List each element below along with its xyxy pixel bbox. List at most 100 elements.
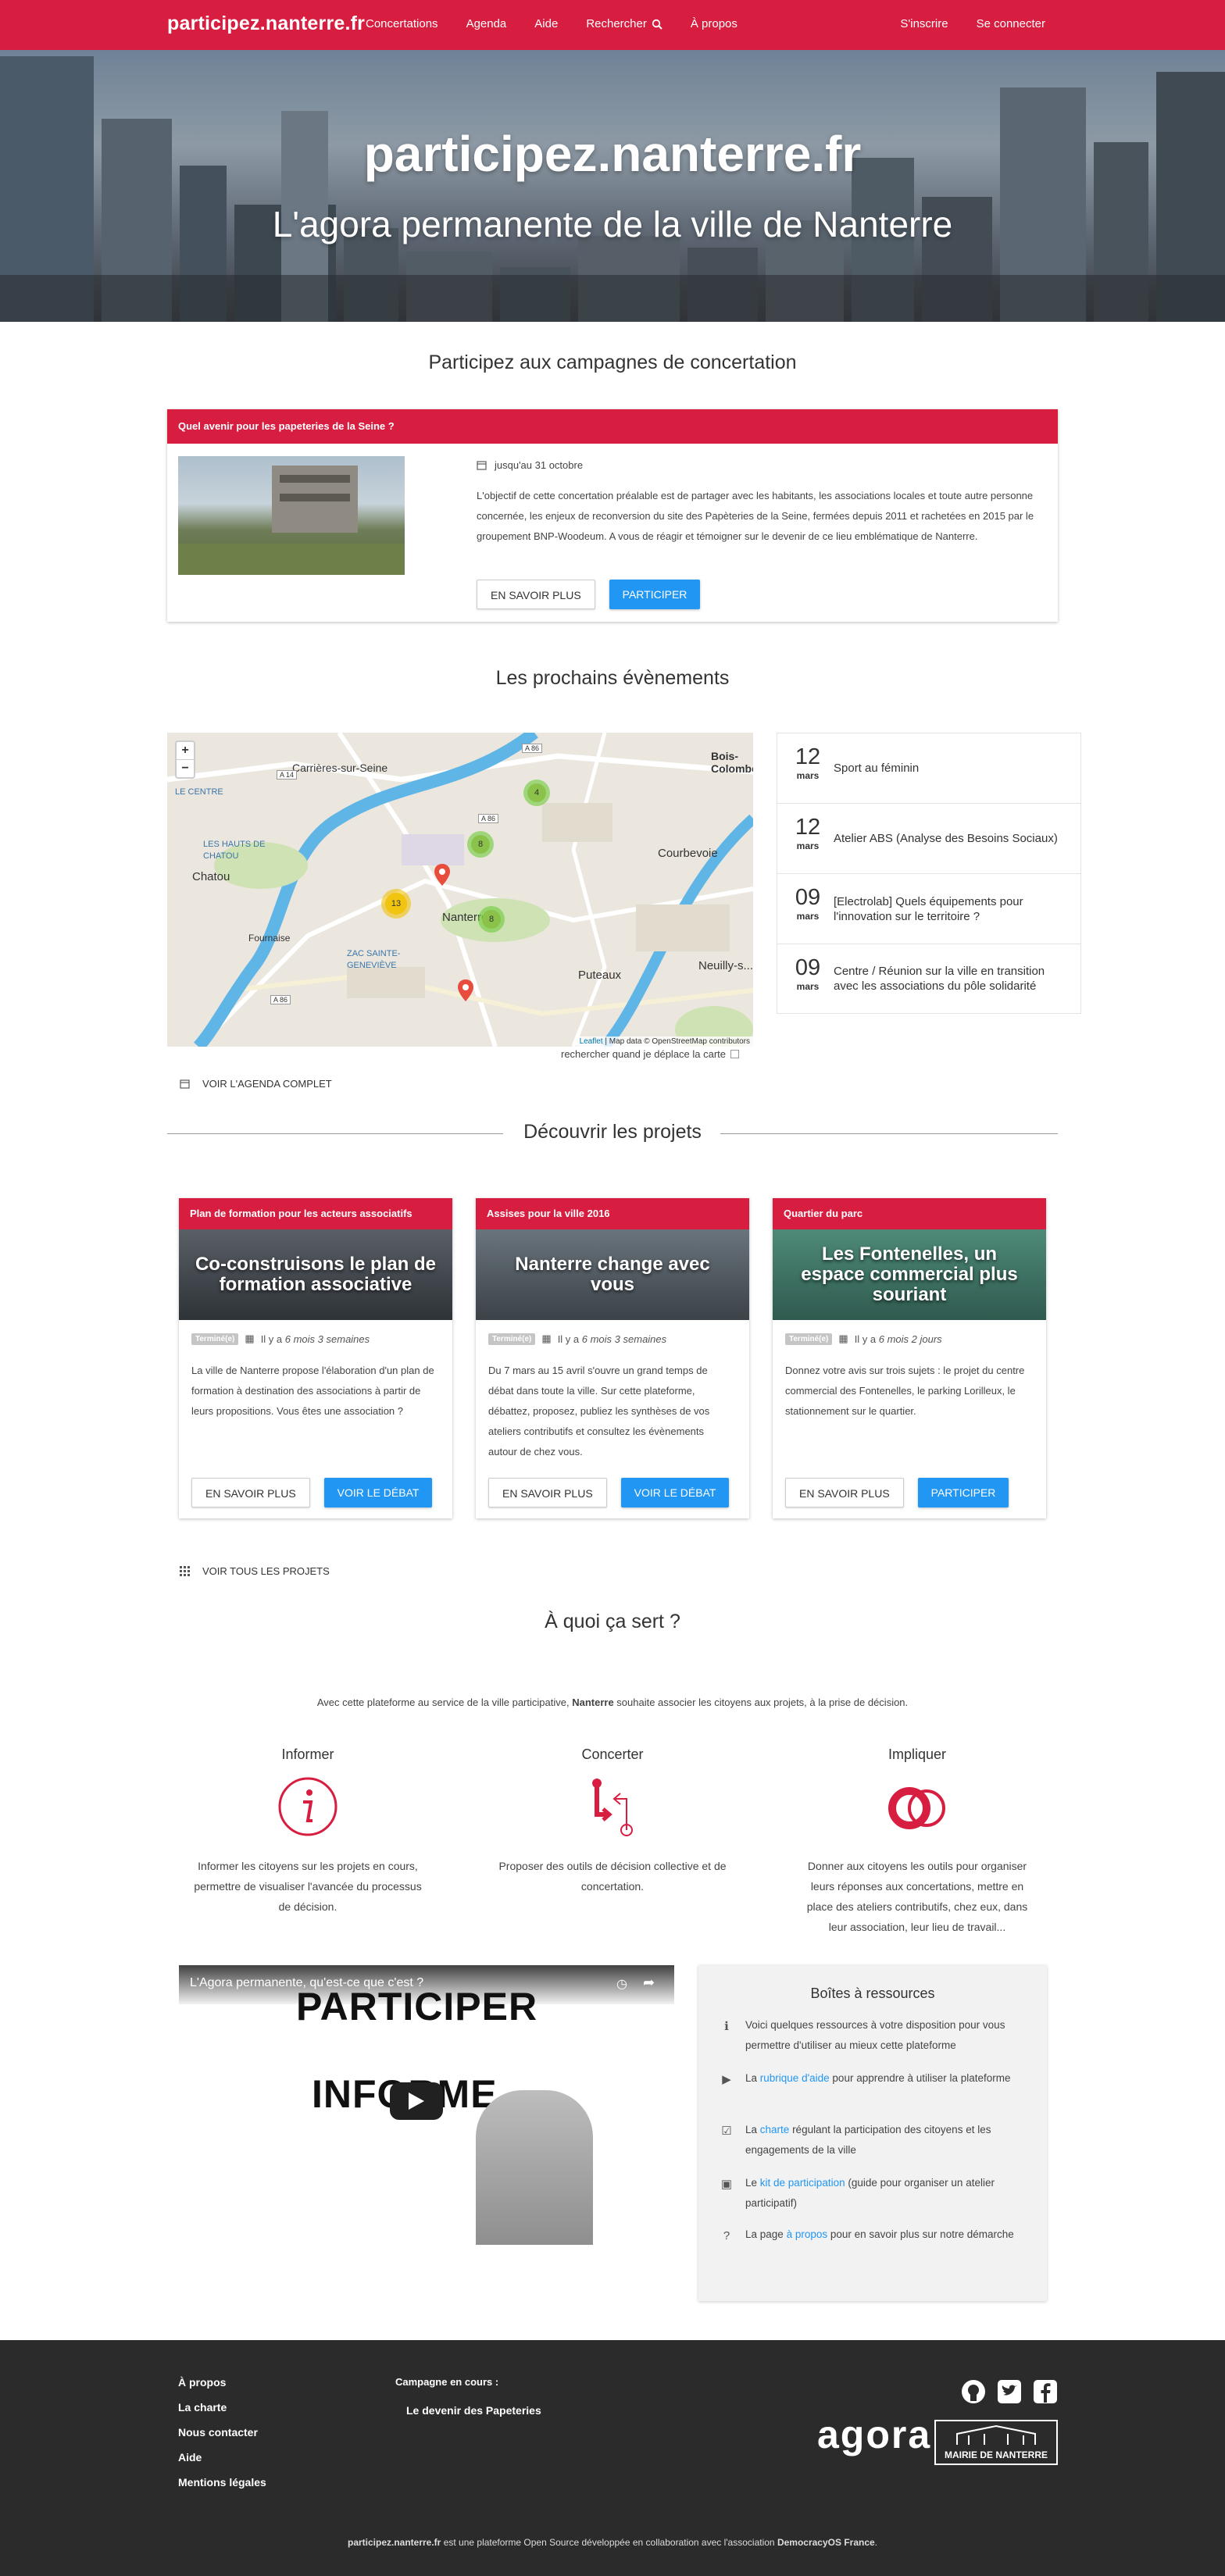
map-marker-icon[interactable]: [458, 979, 473, 1001]
time-ago: 6 mois 3 semaines: [581, 1333, 667, 1345]
events-map[interactable]: + − Carrières-sur-Seine Bois-Colombes LE…: [167, 733, 753, 1047]
clock-icon[interactable]: ◷: [616, 1976, 627, 1992]
footer-link-mentions[interactable]: Mentions légales: [178, 2476, 266, 2489]
campaign-card-header[interactable]: Quel avenir pour les papeteries de la Se…: [167, 409, 1058, 444]
map-road-label: A 14: [277, 770, 298, 780]
map-place: Courbevoie: [658, 847, 718, 860]
resource-text: pour apprendre à utiliser la plateforme: [829, 2072, 1011, 2084]
map-search-checkbox[interactable]: [730, 1050, 740, 1058]
pillar-concerter: Concerter Proposer des outils de décisio…: [495, 1746, 730, 1896]
project-card-header[interactable]: Assises pour la ville 2016: [476, 1198, 749, 1229]
project-card: Plan de formation pour les acteurs assoc…: [179, 1198, 452, 1518]
event-item[interactable]: 09 mars Centre / Réunion sur la ville en t…: [777, 944, 1081, 1014]
event-month: mars: [796, 770, 820, 781]
calendar-icon: ▦: [838, 1333, 848, 1344]
footer-credit-text: est une plateforme Open Source développé…: [441, 2537, 777, 2548]
calendar-icon: [477, 461, 487, 470]
project-action-button[interactable]: PARTICIPER: [917, 1478, 1009, 1507]
video-player[interactable]: L'Agora permanente, qu'est-ce que c'est …: [179, 1965, 674, 2245]
footer-link-contact[interactable]: Nous contacter: [178, 2426, 266, 2439]
project-more-button[interactable]: EN SAVOIR PLUS: [488, 1478, 607, 1507]
campaign-image[interactable]: [178, 456, 405, 575]
nav-concertations[interactable]: Concertations: [366, 17, 438, 30]
resource-help-link[interactable]: rubrique d'aide: [760, 2072, 830, 2084]
all-projects-link[interactable]: VOIR TOUS LES PROJETS: [180, 1565, 330, 1577]
resource-intro-text: Voici quelques ressources à votre dispos…: [745, 2019, 1005, 2051]
agenda-link[interactable]: VOIR L'AGENDA COMPLET: [180, 1078, 332, 1090]
resource-text: La page: [745, 2228, 787, 2240]
event-item[interactable]: 12 mars Sport au féminin: [777, 733, 1081, 803]
campaign-more-button[interactable]: EN SAVOIR PLUS: [477, 580, 595, 609]
footer-link-aide[interactable]: Aide: [178, 2451, 266, 2464]
resource-item: ? La page à propos pour en savoir plus su…: [720, 2225, 1023, 2246]
map-road-label: A 86: [522, 744, 543, 753]
rings-icon: [888, 1787, 945, 1829]
nav-aide[interactable]: Aide: [534, 17, 558, 30]
brand-link[interactable]: participez.nanterre.fr: [167, 12, 365, 35]
github-icon[interactable]: [961, 2379, 986, 2404]
footer-link-apropos[interactable]: À propos: [178, 2376, 266, 2389]
leaflet-link[interactable]: Leaflet: [580, 1037, 603, 1046]
map-search-toggle[interactable]: rechercher quand je déplace la carte: [561, 1048, 740, 1060]
map-marker-icon[interactable]: [434, 864, 450, 886]
pillar-impliquer: Impliquer Donner aux citoyens les outils…: [800, 1746, 1034, 1937]
nav-search[interactable]: Rechercher: [586, 17, 662, 30]
search-icon: [652, 19, 662, 30]
event-item[interactable]: 09 mars [Electrolab] Quels équipements pou…: [777, 873, 1081, 944]
project-card-header[interactable]: Quartier du parc: [773, 1198, 1046, 1229]
purpose-title: À quoi ça sert ?: [545, 1611, 680, 1632]
footer-links: À propos La charte Nous contacter Aide M…: [178, 2376, 266, 2501]
signup-link[interactable]: S'inscrire: [900, 17, 948, 30]
main-menu: Concertations Agenda Aide Rechercher À p…: [366, 17, 766, 30]
footer-campaign-link[interactable]: Le devenir des Papeteries: [406, 2404, 541, 2417]
top-navbar: participez.nanterre.fr Concertations Age…: [0, 0, 1225, 50]
project-more-button[interactable]: EN SAVOIR PLUS: [785, 1478, 904, 1507]
map-cluster[interactable]: 13: [381, 889, 411, 919]
campaign-participate-button[interactable]: PARTICIPER: [609, 580, 701, 609]
time-prefix: Il y a: [260, 1333, 285, 1345]
map-zoom-in-button[interactable]: +: [177, 742, 194, 760]
twitter-icon[interactable]: [997, 2379, 1022, 2404]
campaigns-title: Participez aux campagnes de concertation: [428, 351, 797, 373]
project-more-button[interactable]: EN SAVOIR PLUS: [191, 1478, 310, 1507]
briefcase-icon: ▣: [720, 2178, 733, 2191]
event-item[interactable]: 12 mars Atelier ABS (Analyse des Besoins S…: [777, 803, 1081, 873]
login-link[interactable]: Se connecter: [977, 17, 1045, 30]
map-cluster[interactable]: 4: [523, 780, 550, 806]
map-place: Neuilly-s...: [698, 959, 753, 972]
footer-org-link[interactable]: DemocracyOS France: [777, 2537, 875, 2548]
project-card-image[interactable]: Co-construisons le plan de formation ass…: [179, 1229, 452, 1320]
project-action-button[interactable]: VOIR LE DÉBAT: [620, 1478, 730, 1507]
map-cluster-count: 4: [527, 783, 546, 802]
nav-apropos[interactable]: À propos: [691, 17, 738, 30]
project-card-image-title: Les Fontenelles, un espace commercial pl…: [801, 1243, 1018, 1305]
project-card-image[interactable]: Nanterre change avec vous: [476, 1229, 749, 1320]
project-card-header[interactable]: Plan de formation pour les acteurs assoc…: [179, 1198, 452, 1229]
project-card-image[interactable]: Les Fontenelles, un espace commercial pl…: [773, 1229, 1046, 1320]
resource-text: pour en savoir plus sur notre démarche: [827, 2228, 1014, 2240]
resource-kit-link[interactable]: kit de participation: [760, 2177, 845, 2189]
share-icon[interactable]: ➦: [643, 1975, 655, 1991]
resource-text: Le: [745, 2177, 760, 2189]
map-attribution: Leaflet | Map data © OpenStreetMap contr…: [576, 1036, 753, 1047]
map-cluster[interactable]: 8: [467, 831, 494, 858]
map-cluster[interactable]: 8: [478, 906, 505, 933]
time-ago: 6 mois 2 jours: [878, 1333, 942, 1345]
projects-title: Découvrir les projets: [523, 1121, 702, 1143]
map-zoom-out-button[interactable]: −: [177, 760, 194, 777]
project-action-button[interactable]: VOIR LE DÉBAT: [323, 1478, 433, 1507]
facebook-icon[interactable]: [1033, 2379, 1058, 2404]
map-place: Chatou: [192, 870, 230, 883]
footer: À propos La charte Nous contacter Aide M…: [0, 2340, 1225, 2576]
pillar-text: Proposer des outils de décision collecti…: [498, 1860, 727, 1893]
resource-about-link[interactable]: à propos: [787, 2228, 828, 2240]
nav-agenda[interactable]: Agenda: [466, 17, 507, 30]
pillar-title: Concerter: [581, 1746, 644, 1762]
project-card-image-title: Co-construisons le plan de formation ass…: [195, 1254, 437, 1295]
footer-link-charte[interactable]: La charte: [178, 2401, 266, 2414]
map-cluster-count: 8: [482, 910, 501, 929]
event-title: Atelier ABS (Analyse des Besoins Sociaux…: [834, 832, 1058, 845]
play-button[interactable]: [390, 2082, 443, 2120]
pillar-informer: Informer Informer les citoyens sur les p…: [191, 1746, 425, 1917]
resource-charter-link[interactable]: charte: [760, 2124, 790, 2135]
